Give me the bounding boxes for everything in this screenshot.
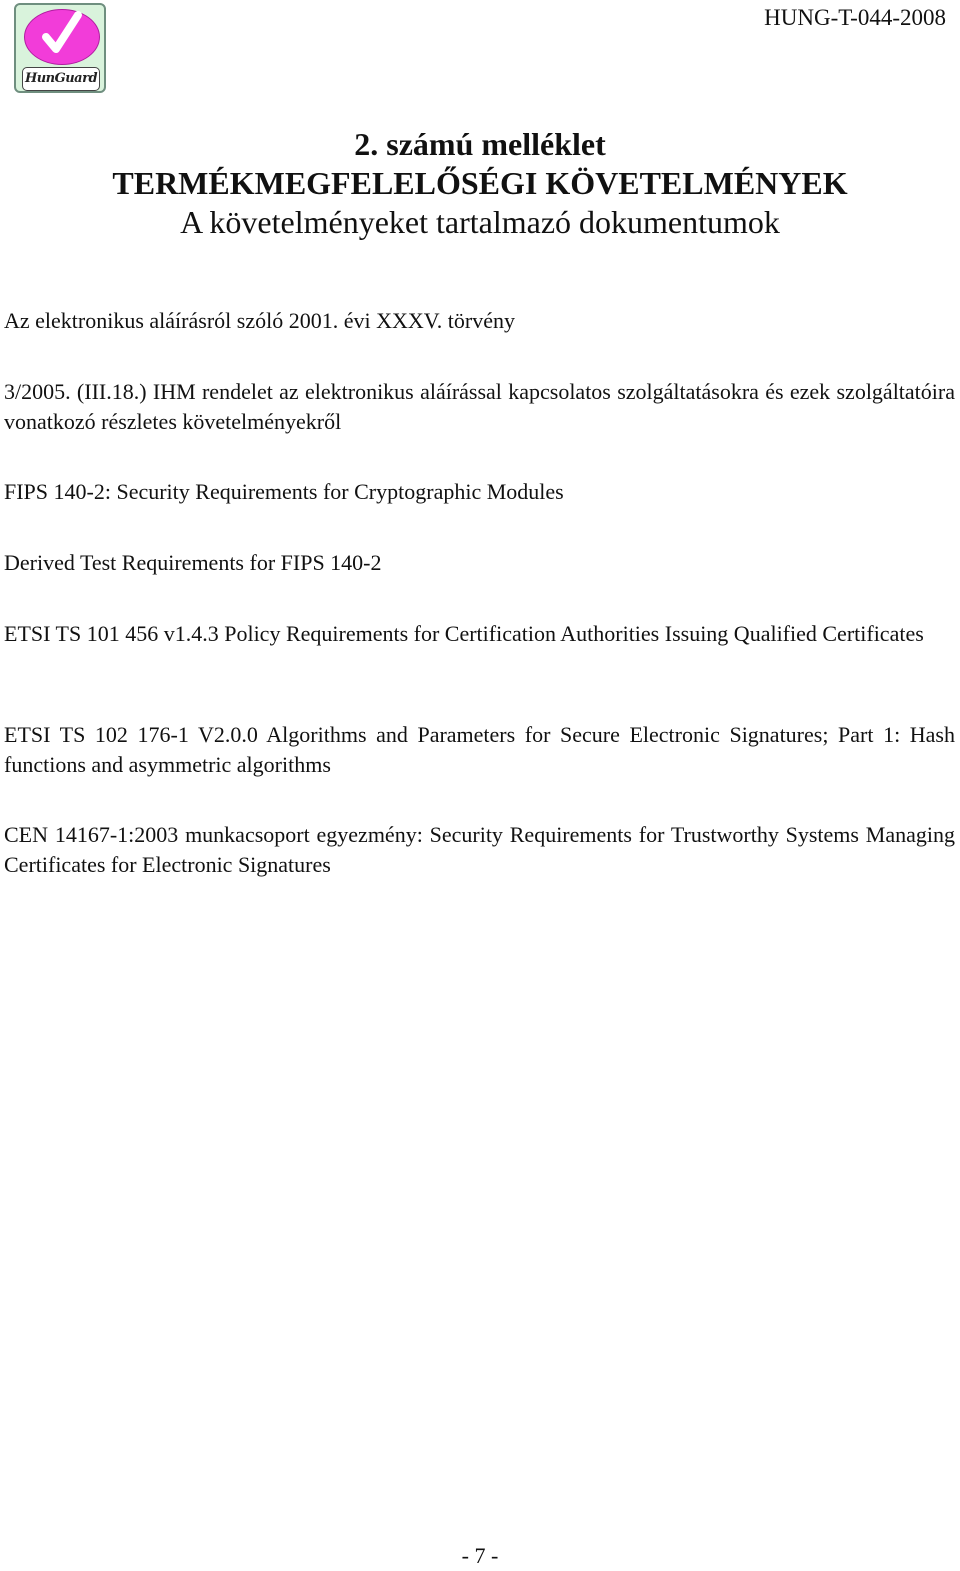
document-item: ETSI TS 101 456 v1.4.3 Policy Requiremen… — [4, 621, 924, 646]
page-number: - 7 - — [461, 1543, 499, 1568]
logo-brand-text: HunGuard — [22, 67, 100, 91]
document-item: Az elektronikus aláírásról szóló 2001. é… — [4, 308, 515, 333]
document-item: ETSI TS 102 176-1 V2.0.0 Algorithms and … — [4, 722, 955, 777]
hunguard-logo: HunGuard — [14, 3, 106, 93]
document-item: FIPS 140-2: Security Requirements for Cr… — [4, 479, 564, 504]
document-item: 3/2005. (III.18.) IHM rendelet az elektr… — [4, 379, 955, 434]
annex-title: 2. számú melléklet — [354, 126, 606, 162]
title-block: 2. számú melléklet TERMÉKMEGFELELŐSÉGI K… — [0, 125, 960, 242]
document-item: CEN 14167-1:2003 munkacsoport egyezmény:… — [4, 822, 955, 877]
document-id: HUNG-T-044-2008 — [764, 5, 946, 30]
checkmark-icon — [42, 11, 82, 53]
requirements-heading: TERMÉKMEGFELELŐSÉGI KÖVETELMÉNYEK — [112, 165, 848, 201]
subtitle: A követelményeket tartalmazó dokumentumo… — [180, 204, 780, 240]
document-item: Derived Test Requirements for FIPS 140-2 — [4, 550, 382, 575]
